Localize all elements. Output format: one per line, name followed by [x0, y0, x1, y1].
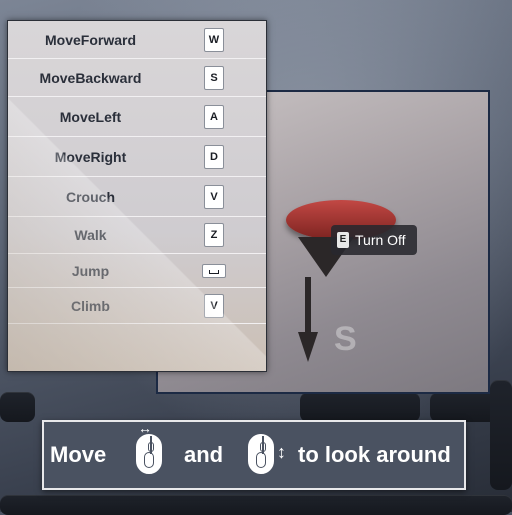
- control-label: Walk: [74, 227, 107, 243]
- control-label: MoveBackward: [39, 69, 142, 86]
- key-cap: V: [204, 184, 224, 209]
- look-around-banner: Move ↔ and ↕ to look around: [42, 420, 466, 490]
- key-cap: V: [204, 293, 224, 318]
- key-cap: D: [204, 144, 224, 169]
- control-row-crouch: Crouch V: [8, 177, 266, 217]
- control-label: Climb: [71, 297, 110, 314]
- spacebar-icon: [202, 263, 226, 278]
- background-key: [0, 392, 35, 422]
- control-label: MoveLeft: [59, 108, 122, 125]
- vertical-arrows-icon: ↕: [277, 442, 286, 462]
- control-row-move-forward: MoveForward W: [8, 21, 266, 59]
- control-row-move-backward: MoveBackward S: [8, 59, 266, 97]
- mouse-vertical-icon: [248, 434, 274, 474]
- arrow-shaft: [305, 277, 311, 337]
- background-key: [0, 495, 512, 515]
- banner-and-text: and: [184, 442, 224, 467]
- control-row-move-left: MoveLeft A: [8, 97, 266, 137]
- banner-move-text: Move: [50, 442, 107, 467]
- prompt-key: E: [337, 232, 349, 248]
- key-cap: Z: [204, 223, 224, 247]
- key-cap: W: [204, 27, 224, 52]
- control-label: Jump: [71, 262, 110, 279]
- control-row-climb: Climb V: [8, 288, 266, 324]
- background-key: [490, 380, 512, 490]
- control-row-walk: Walk Z: [8, 217, 266, 254]
- faded-key-glyph: S: [334, 320, 357, 358]
- controls-panel: MoveForward W MoveBackward S MoveLeft A …: [7, 20, 267, 372]
- key-cap: S: [204, 65, 224, 90]
- control-label: MoveRight: [54, 148, 127, 165]
- control-row-jump: Jump: [8, 254, 266, 288]
- control-label: MoveForward: [44, 31, 136, 48]
- background-key: [300, 392, 420, 422]
- control-row-move-right: MoveRight D: [8, 137, 266, 177]
- control-label: Crouch: [66, 188, 115, 205]
- mouse-horizontal-icon: [136, 434, 162, 474]
- key-cap: A: [204, 104, 224, 129]
- prompt-text: Turn Off: [355, 232, 406, 248]
- arrow-head-icon: [298, 332, 318, 362]
- banner-look-around-text: to look around: [298, 442, 451, 467]
- interaction-prompt[interactable]: E Turn Off: [331, 225, 417, 255]
